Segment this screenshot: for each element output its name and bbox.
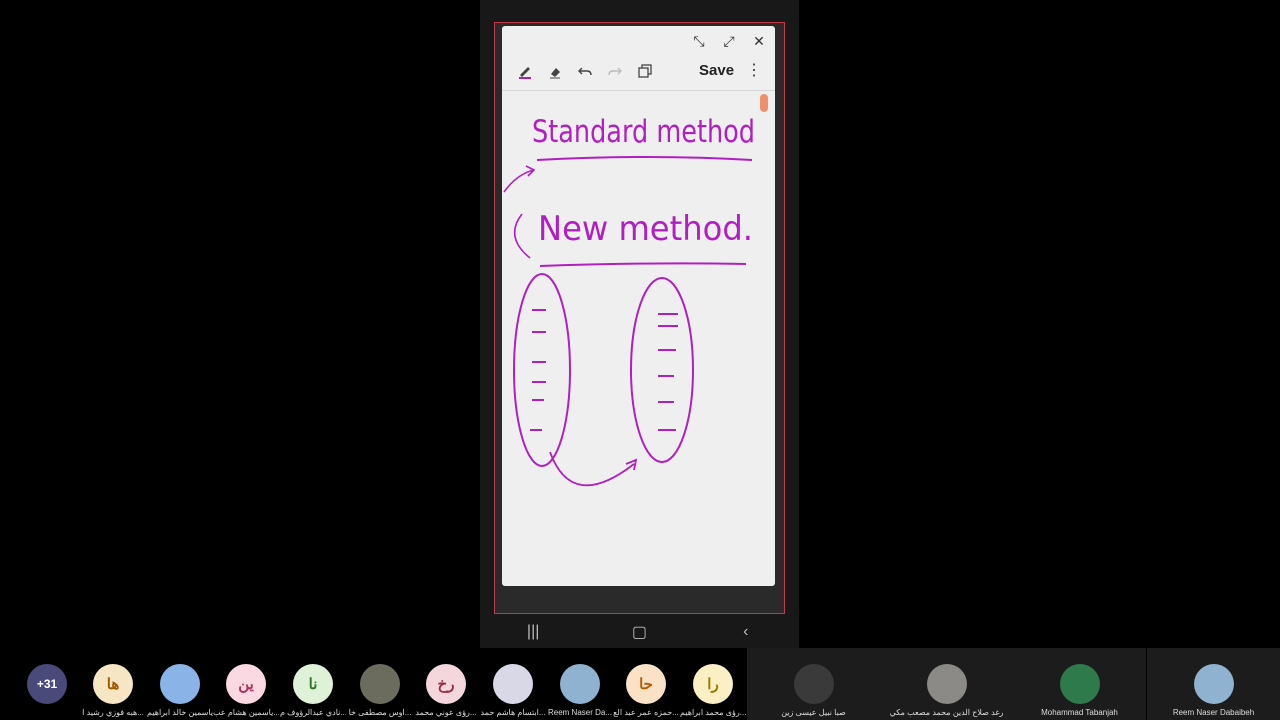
avatar: نا <box>293 664 333 704</box>
note-window: ⤡ ⤢ ✕ Save ⋮ Standard method New method. <box>502 26 775 586</box>
participant-name: هبه فوزي رشيد ا... <box>82 708 144 717</box>
bracket <box>513 213 531 259</box>
toolbar-divider <box>502 90 775 91</box>
avatar: ين <box>226 664 266 704</box>
participant-video-tile[interactable]: Mohammad Tabanjah <box>1013 648 1146 720</box>
screen-share-area: ⤡ ⤢ ✕ Save ⋮ Standard method New method.… <box>0 0 1280 648</box>
close-icon[interactable]: ✕ <box>749 30 769 52</box>
participant-name: ياسمين خالد ابراهيم <box>147 708 213 717</box>
oval-left <box>513 273 571 467</box>
participant-tile[interactable]: ياسمين خالد ابراهيم <box>147 648 213 720</box>
participant-tile[interactable]: رخ رؤى عوني محمد... <box>413 648 479 720</box>
scroll-handle[interactable] <box>760 94 768 112</box>
redo-icon <box>608 67 622 76</box>
expand-icon[interactable]: ⤢ <box>719 30 739 52</box>
oval-right <box>630 277 694 463</box>
participant-tile[interactable]: ابتسام هاشم حمد... <box>480 648 546 720</box>
dash-marks-right <box>658 313 678 431</box>
participant-tile[interactable]: ين ياسمين هشام عب... <box>213 648 279 720</box>
avatar <box>493 664 533 704</box>
handwritten-heading-standard: Standard method <box>532 114 755 150</box>
participant-name: رؤى محمد ابراهيم... <box>680 708 746 717</box>
copy-icon <box>638 64 652 78</box>
android-navigation-bar: ||| ▢ ‹ <box>480 616 799 648</box>
avatar <box>1059 664 1100 704</box>
arrow-connector <box>549 451 638 487</box>
participant-name: Reem Naser Da... <box>547 708 613 717</box>
participant-name: Mohammad Tabanjah <box>1041 708 1118 717</box>
participant-tile[interactable]: Reem Naser Da... <box>547 648 613 720</box>
avatar <box>1193 664 1234 704</box>
participant-name: ابتسام هاشم حمد... <box>480 708 546 717</box>
avatar <box>926 664 967 704</box>
participant-tile[interactable]: اوس مصطفى خا... <box>347 648 413 720</box>
pen-tool-button[interactable] <box>510 56 540 86</box>
participant-tile[interactable]: ها هبه فوزي رشيد ا... <box>80 648 146 720</box>
avatar: ها <box>93 664 133 704</box>
shrink-icon[interactable]: ⤡ <box>689 30 709 52</box>
participant-overflow[interactable]: +31 <box>26 648 68 720</box>
redo-button[interactable] <box>600 56 630 86</box>
copy-button[interactable] <box>630 56 660 86</box>
dash-marks-left <box>530 309 546 431</box>
participant-name: رؤى عوني محمد... <box>415 708 477 717</box>
eraser-tool-button[interactable] <box>540 56 570 86</box>
drawing-canvas[interactable]: Standard method New method. <box>502 92 775 586</box>
back-icon[interactable]: ‹ <box>716 623 776 641</box>
note-toolbar: Save ⋮ <box>502 56 775 86</box>
avatar <box>360 664 400 704</box>
home-icon[interactable]: ▢ <box>609 622 669 642</box>
participant-video-tile[interactable]: صبا نبيل عيسى زين <box>747 648 880 720</box>
avatar: را <box>693 664 733 704</box>
underline-new <box>539 262 747 267</box>
pen-icon <box>519 67 531 79</box>
save-button[interactable]: Save <box>699 62 734 79</box>
participant-video-tile[interactable]: Reem Naser Dabaibeh <box>1147 648 1280 720</box>
participant-video-tile[interactable]: رغد صلاح الدين محمد مصعب مكي <box>880 648 1013 720</box>
avatar <box>560 664 600 704</box>
participant-name: صبا نبيل عيسى زين <box>781 708 846 717</box>
participant-name: رغد صلاح الدين محمد مصعب مكي <box>889 708 1004 717</box>
avatar <box>793 664 834 704</box>
participant-name: اوس مصطفى خا... <box>348 708 412 717</box>
underline-standard <box>536 156 753 161</box>
overflow-count-badge: +31 <box>27 664 67 704</box>
window-controls: ⤡ ⤢ ✕ <box>689 30 769 52</box>
avatar: رخ <box>426 664 466 704</box>
arrow-up <box>503 165 536 193</box>
avatar: حا <box>626 664 666 704</box>
participant-name: نادي عبدالرؤوف م... <box>280 708 346 717</box>
recent-apps-icon[interactable]: ||| <box>503 623 563 641</box>
participant-name: حمزه عمر عبد الع... <box>613 708 679 717</box>
participant-name: ياسمين هشام عب... <box>213 708 279 717</box>
participant-tile[interactable]: نا نادي عبدالرؤوف م... <box>280 648 346 720</box>
handwritten-heading-new: New method. <box>538 209 753 249</box>
eraser-icon <box>550 68 560 79</box>
more-options-icon[interactable]: ⋮ <box>746 60 762 80</box>
undo-icon <box>578 67 592 76</box>
participant-tile[interactable]: را رؤى محمد ابراهيم... <box>680 648 746 720</box>
participant-name: Reem Naser Dabaibeh <box>1172 708 1255 717</box>
avatar <box>160 664 200 704</box>
undo-button[interactable] <box>570 56 600 86</box>
participant-tile[interactable]: حا حمزه عمر عبد الع... <box>613 648 679 720</box>
